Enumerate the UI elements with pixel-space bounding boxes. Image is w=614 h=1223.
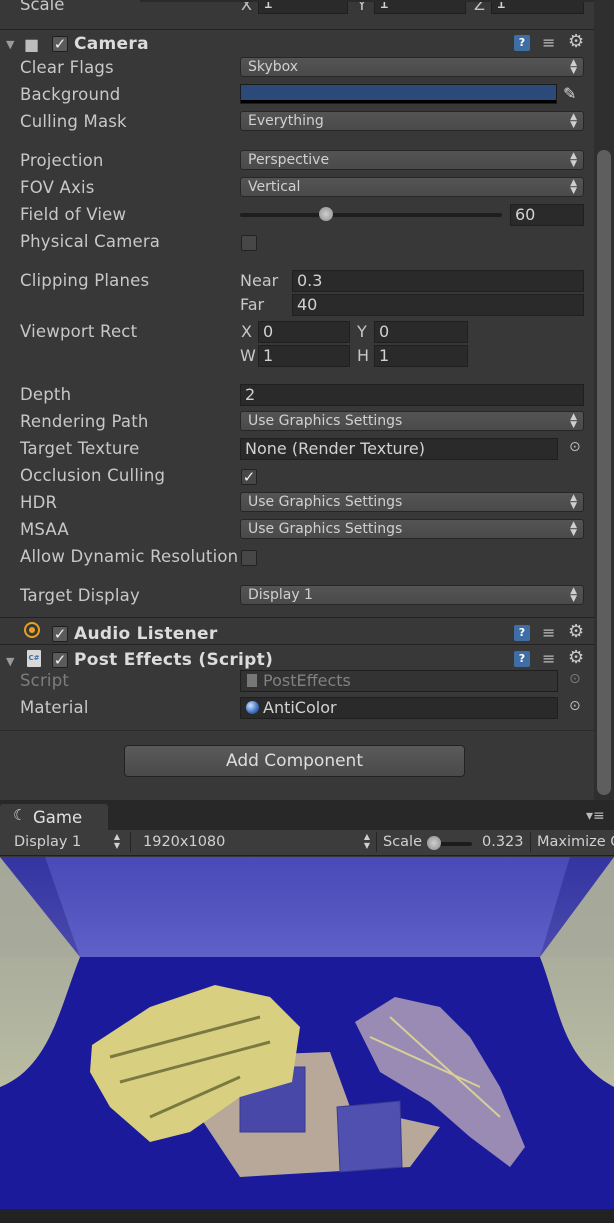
dropdown-arrows-icon: ▲ ▼ bbox=[570, 58, 577, 76]
gear-icon[interactable]: ⚙ bbox=[568, 31, 584, 52]
transform-scale-row: Scale X 1 Y 1 Z 1 bbox=[0, 0, 594, 16]
scale-value: 0.323 bbox=[482, 834, 524, 850]
scale-x-label: X bbox=[241, 0, 252, 14]
fov-axis-label: FOV Axis bbox=[20, 178, 95, 197]
help-icon[interactable]: ? bbox=[514, 651, 530, 667]
rendering-path-label: Rendering Path bbox=[20, 412, 149, 431]
gear-icon[interactable]: ⚙ bbox=[568, 621, 584, 642]
depth-field[interactable]: 2 bbox=[240, 384, 584, 406]
maximize-on-play-toggle[interactable]: Maximize O bbox=[537, 834, 614, 850]
tab-game[interactable]: ☾ Game bbox=[0, 804, 108, 830]
camera-component-icon: ■ bbox=[24, 35, 40, 54]
viewport-h-label: H bbox=[357, 346, 370, 365]
game-render-svg bbox=[0, 857, 614, 1223]
viewport-x-field[interactable]: 0 bbox=[258, 321, 350, 343]
field-of-view-label: Field of View bbox=[20, 205, 127, 224]
fov-slider-track[interactable] bbox=[240, 213, 502, 217]
scale-label: Scale bbox=[20, 0, 65, 14]
preset-icon[interactable]: ≡ bbox=[542, 623, 555, 642]
game-tab-label: Game bbox=[33, 808, 83, 827]
near-label: Near bbox=[240, 271, 279, 290]
material-label: Material bbox=[20, 698, 89, 717]
camera-enabled-checkbox[interactable]: ✓ bbox=[52, 36, 68, 52]
viewport-rect-label: Viewport Rect bbox=[20, 322, 138, 341]
display-select[interactable]: Display 1 ▲ ▼ bbox=[6, 831, 126, 853]
gear-icon[interactable]: ⚙ bbox=[568, 647, 584, 668]
fov-axis-dropdown[interactable]: Vertical ▲ ▼ bbox=[240, 177, 584, 197]
viewport-w-label: W bbox=[240, 346, 256, 365]
help-icon[interactable]: ? bbox=[514, 625, 530, 641]
target-display-dropdown[interactable]: Display 1 ▲ ▼ bbox=[240, 585, 584, 605]
culling-mask-label: Culling Mask bbox=[20, 112, 127, 131]
scrollbar-thumb[interactable] bbox=[597, 150, 611, 795]
dynamic-resolution-label: Allow Dynamic Resolution bbox=[20, 547, 239, 566]
rendering-path-dropdown[interactable]: Use Graphics Settings ▲ ▼ bbox=[240, 411, 584, 431]
post-effects-enabled-checkbox[interactable]: ✓ bbox=[52, 652, 68, 668]
scale-y-label: Y bbox=[357, 0, 367, 14]
clipping-planes-label: Clipping Planes bbox=[20, 271, 150, 290]
viewport-x-label: X bbox=[241, 322, 252, 341]
scale-x-field[interactable]: 1 bbox=[258, 0, 348, 14]
object-picker-icon[interactable]: ⊙ bbox=[569, 439, 581, 455]
occlusion-culling-checkbox[interactable]: ✓ bbox=[241, 469, 257, 485]
culling-mask-dropdown[interactable]: Everything ▲ ▼ bbox=[240, 111, 584, 131]
script-file-icon bbox=[247, 674, 257, 687]
add-component-button[interactable]: Add Component bbox=[124, 745, 465, 777]
clear-flags-label: Clear Flags bbox=[20, 58, 114, 77]
target-texture-label: Target Texture bbox=[20, 439, 140, 458]
far-label: Far bbox=[240, 295, 265, 314]
fov-value-field[interactable]: 60 bbox=[510, 204, 584, 226]
script-label: Script bbox=[20, 671, 70, 690]
viewport-h-field[interactable]: 1 bbox=[374, 345, 468, 367]
occlusion-culling-label: Occlusion Culling bbox=[20, 466, 166, 485]
audio-listener-title: Audio Listener bbox=[74, 624, 218, 644]
clear-flags-dropdown[interactable]: Skybox ▲ ▼ bbox=[240, 57, 584, 77]
background-label: Background bbox=[20, 85, 121, 104]
camera-foldout-icon[interactable]: ▼ bbox=[6, 38, 14, 51]
object-picker-icon[interactable]: ⊙ bbox=[569, 698, 581, 714]
panel-menu-icon[interactable]: ▾≡ bbox=[586, 808, 605, 824]
target-texture-field[interactable]: None (Render Texture) bbox=[240, 438, 558, 460]
scale-z-field[interactable]: 1 bbox=[491, 0, 584, 14]
csharp-script-icon: C# bbox=[27, 650, 41, 667]
game-view[interactable] bbox=[0, 857, 614, 1223]
fov-slider-thumb[interactable] bbox=[319, 207, 334, 221]
help-icon[interactable]: ? bbox=[514, 35, 530, 51]
inspector-scrollbar[interactable] bbox=[594, 0, 614, 800]
scale-slider-label: Scale bbox=[383, 834, 423, 850]
viewport-y-label: Y bbox=[357, 322, 367, 341]
preset-icon[interactable]: ≡ bbox=[542, 33, 555, 52]
hdr-label: HDR bbox=[20, 493, 58, 512]
hdr-dropdown[interactable]: Use Graphics Settings ▲ ▼ bbox=[240, 492, 584, 512]
material-field[interactable]: AntiColor bbox=[240, 697, 558, 719]
resolution-select[interactable]: 1920x1080 ▲ ▼ bbox=[134, 831, 374, 853]
background-color-field[interactable] bbox=[240, 84, 557, 104]
eyedropper-icon[interactable]: ✎ bbox=[563, 84, 576, 103]
material-sphere-icon bbox=[246, 701, 259, 714]
near-field[interactable]: 0.3 bbox=[292, 270, 584, 292]
audio-listener-enabled-checkbox[interactable]: ✓ bbox=[52, 626, 68, 642]
far-field[interactable]: 40 bbox=[292, 294, 584, 316]
scale-y-field[interactable]: 1 bbox=[374, 0, 466, 14]
dynamic-resolution-checkbox[interactable] bbox=[241, 550, 257, 566]
depth-label: Depth bbox=[20, 385, 72, 404]
game-tab-icon: ☾ bbox=[13, 806, 27, 824]
object-picker-icon: ⊙ bbox=[569, 671, 581, 687]
msaa-label: MSAA bbox=[20, 520, 69, 539]
msaa-dropdown[interactable]: Use Graphics Settings ▲ ▼ bbox=[240, 519, 584, 539]
preset-icon[interactable]: ≡ bbox=[542, 649, 555, 668]
camera-title: Camera bbox=[74, 34, 149, 54]
scale-slider-thumb[interactable] bbox=[427, 836, 441, 850]
viewport-w-field[interactable]: 1 bbox=[258, 345, 350, 367]
projection-label: Projection bbox=[20, 151, 104, 170]
projection-dropdown[interactable]: Perspective ▲ ▼ bbox=[240, 150, 584, 170]
physical-camera-checkbox[interactable] bbox=[241, 235, 257, 251]
scale-z-label: Z bbox=[474, 0, 485, 14]
physical-camera-label: Physical Camera bbox=[20, 232, 161, 251]
viewport-y-field[interactable]: 0 bbox=[374, 321, 468, 343]
script-field: PostEffects bbox=[240, 670, 558, 692]
post-effects-title: Post Effects (Script) bbox=[74, 650, 274, 670]
target-display-label: Target Display bbox=[20, 586, 140, 605]
post-effects-foldout-icon[interactable]: ▼ bbox=[6, 655, 14, 668]
